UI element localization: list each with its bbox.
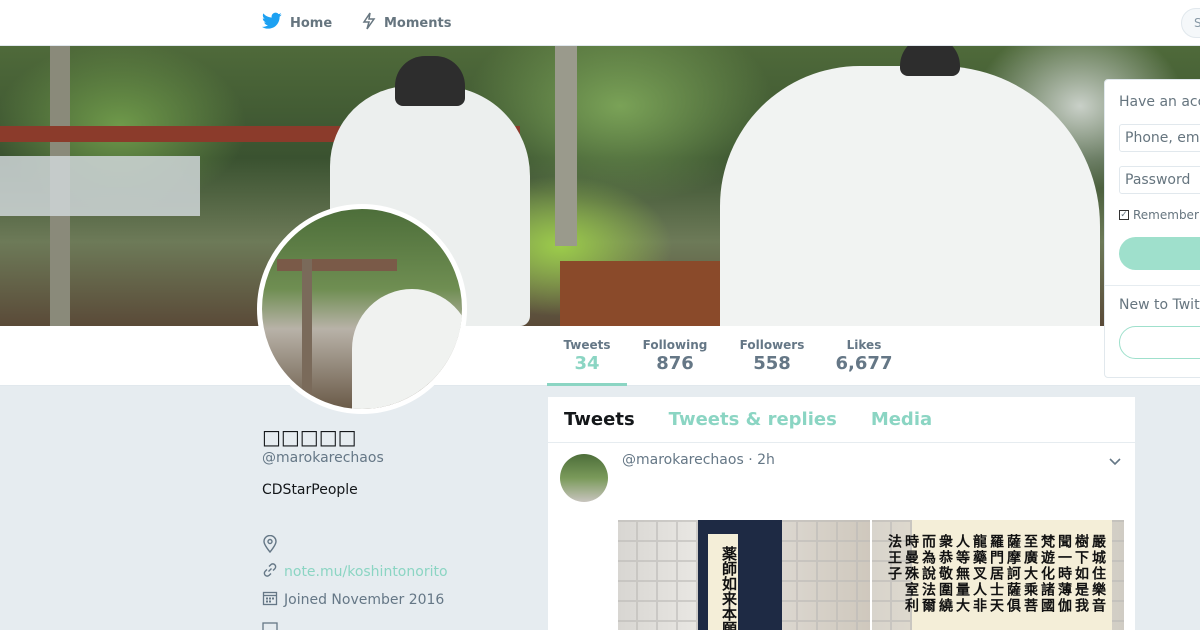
login-panel: Have an account? Phone, email or usernam…	[1104, 79, 1200, 378]
profile-handle[interactable]: @marokarechaos	[262, 450, 384, 466]
remember-checkbox[interactable]: ✓	[1119, 210, 1129, 220]
signup-button[interactable]	[1119, 326, 1200, 359]
tab-media[interactable]: Media	[871, 409, 932, 430]
link-icon	[262, 562, 278, 582]
nav-moments[interactable]: Moments	[362, 0, 451, 46]
tweet-image-2-text: 嚴城住樂音樹下如是我聞一時薄伽梵遊化諸國至廣大乘菩薩摩訶薩俱羅門居士天龍藥叉人非…	[886, 520, 1112, 630]
stat-following-label: Following	[642, 338, 708, 352]
login-button[interactable]	[1119, 237, 1200, 270]
stat-likes[interactable]: Likes 6,677	[830, 326, 898, 386]
lightning-icon	[362, 12, 376, 34]
tweet-avatar[interactable]	[560, 454, 608, 502]
timeline-tabs: Tweets Tweets & replies Media	[548, 397, 1135, 443]
profile-joined: Joined November 2016	[262, 590, 444, 610]
tab-tweets-replies[interactable]: Tweets & replies	[669, 409, 837, 430]
profile-joined-text: Joined November 2016	[284, 592, 445, 608]
password-field[interactable]: Password	[1119, 166, 1200, 194]
login-title: Have an account?	[1119, 94, 1200, 110]
profile-banner	[0, 46, 1200, 326]
tweet-image[interactable]: 嚴城住樂音樹下如是我聞一時薄伽梵遊化諸國至廣大乘菩薩摩訶薩俱羅門居士天龍藥叉人非…	[872, 520, 1124, 630]
remember-me[interactable]: ✓ Remember me	[1119, 208, 1200, 222]
nav-home-label: Home	[290, 15, 333, 31]
stat-followers-value: 558	[753, 353, 791, 374]
tweet-header[interactable]: @marokarechaos · 2h	[622, 452, 775, 468]
stat-tweets-value: 34	[574, 353, 600, 374]
timeline: Tweets Tweets & replies Media @marokarec…	[547, 396, 1136, 630]
profile-bio: CDStarPeople	[262, 482, 358, 498]
tweet-handle: @marokarechaos	[622, 452, 744, 468]
profile-more-row	[262, 620, 278, 630]
chevron-down-icon[interactable]	[1108, 453, 1122, 467]
stat-followers-label: Followers	[739, 338, 805, 352]
tweet-image-1-text: 薬師如来本願	[708, 534, 738, 630]
profile-url: note.mu/koshintonorito	[262, 562, 448, 582]
stat-likes-label: Likes	[846, 338, 882, 352]
remember-label: Remember me	[1133, 208, 1200, 222]
stat-tweets[interactable]: Tweets 34	[547, 326, 627, 386]
tab-tweets[interactable]: Tweets	[564, 409, 635, 430]
tweet-image[interactable]: 薬師如来本願	[618, 520, 870, 630]
login-new-label: New to Twitter?	[1119, 297, 1200, 313]
photos-icon	[262, 620, 278, 630]
nav-home[interactable]: Home	[262, 0, 332, 46]
top-nav: Home Moments S	[0, 0, 1200, 46]
stat-following[interactable]: Following 876	[636, 326, 714, 386]
stat-following-value: 876	[656, 353, 694, 374]
nav-moments-label: Moments	[384, 15, 452, 31]
login-divider	[1105, 285, 1200, 286]
profile-avatar[interactable]	[257, 204, 467, 414]
username-field[interactable]: Phone, email or username	[1119, 124, 1200, 152]
calendar-icon	[262, 590, 278, 610]
profile-name: □□□□□	[262, 425, 357, 449]
profile-url-link[interactable]: note.mu/koshintonorito	[284, 564, 448, 580]
stat-followers[interactable]: Followers 558	[732, 326, 812, 386]
location-pin-icon	[262, 534, 278, 557]
stat-likes-value: 6,677	[835, 353, 893, 374]
tweet-time: 2h	[757, 452, 775, 468]
twitter-bird-icon	[262, 12, 282, 34]
profile-location	[262, 534, 278, 557]
search-input[interactable]: S	[1181, 8, 1200, 38]
stat-tweets-label: Tweets	[563, 338, 611, 352]
profile-stats-bar: Tweets 34 Following 876 Followers 558 Li…	[0, 326, 1200, 386]
